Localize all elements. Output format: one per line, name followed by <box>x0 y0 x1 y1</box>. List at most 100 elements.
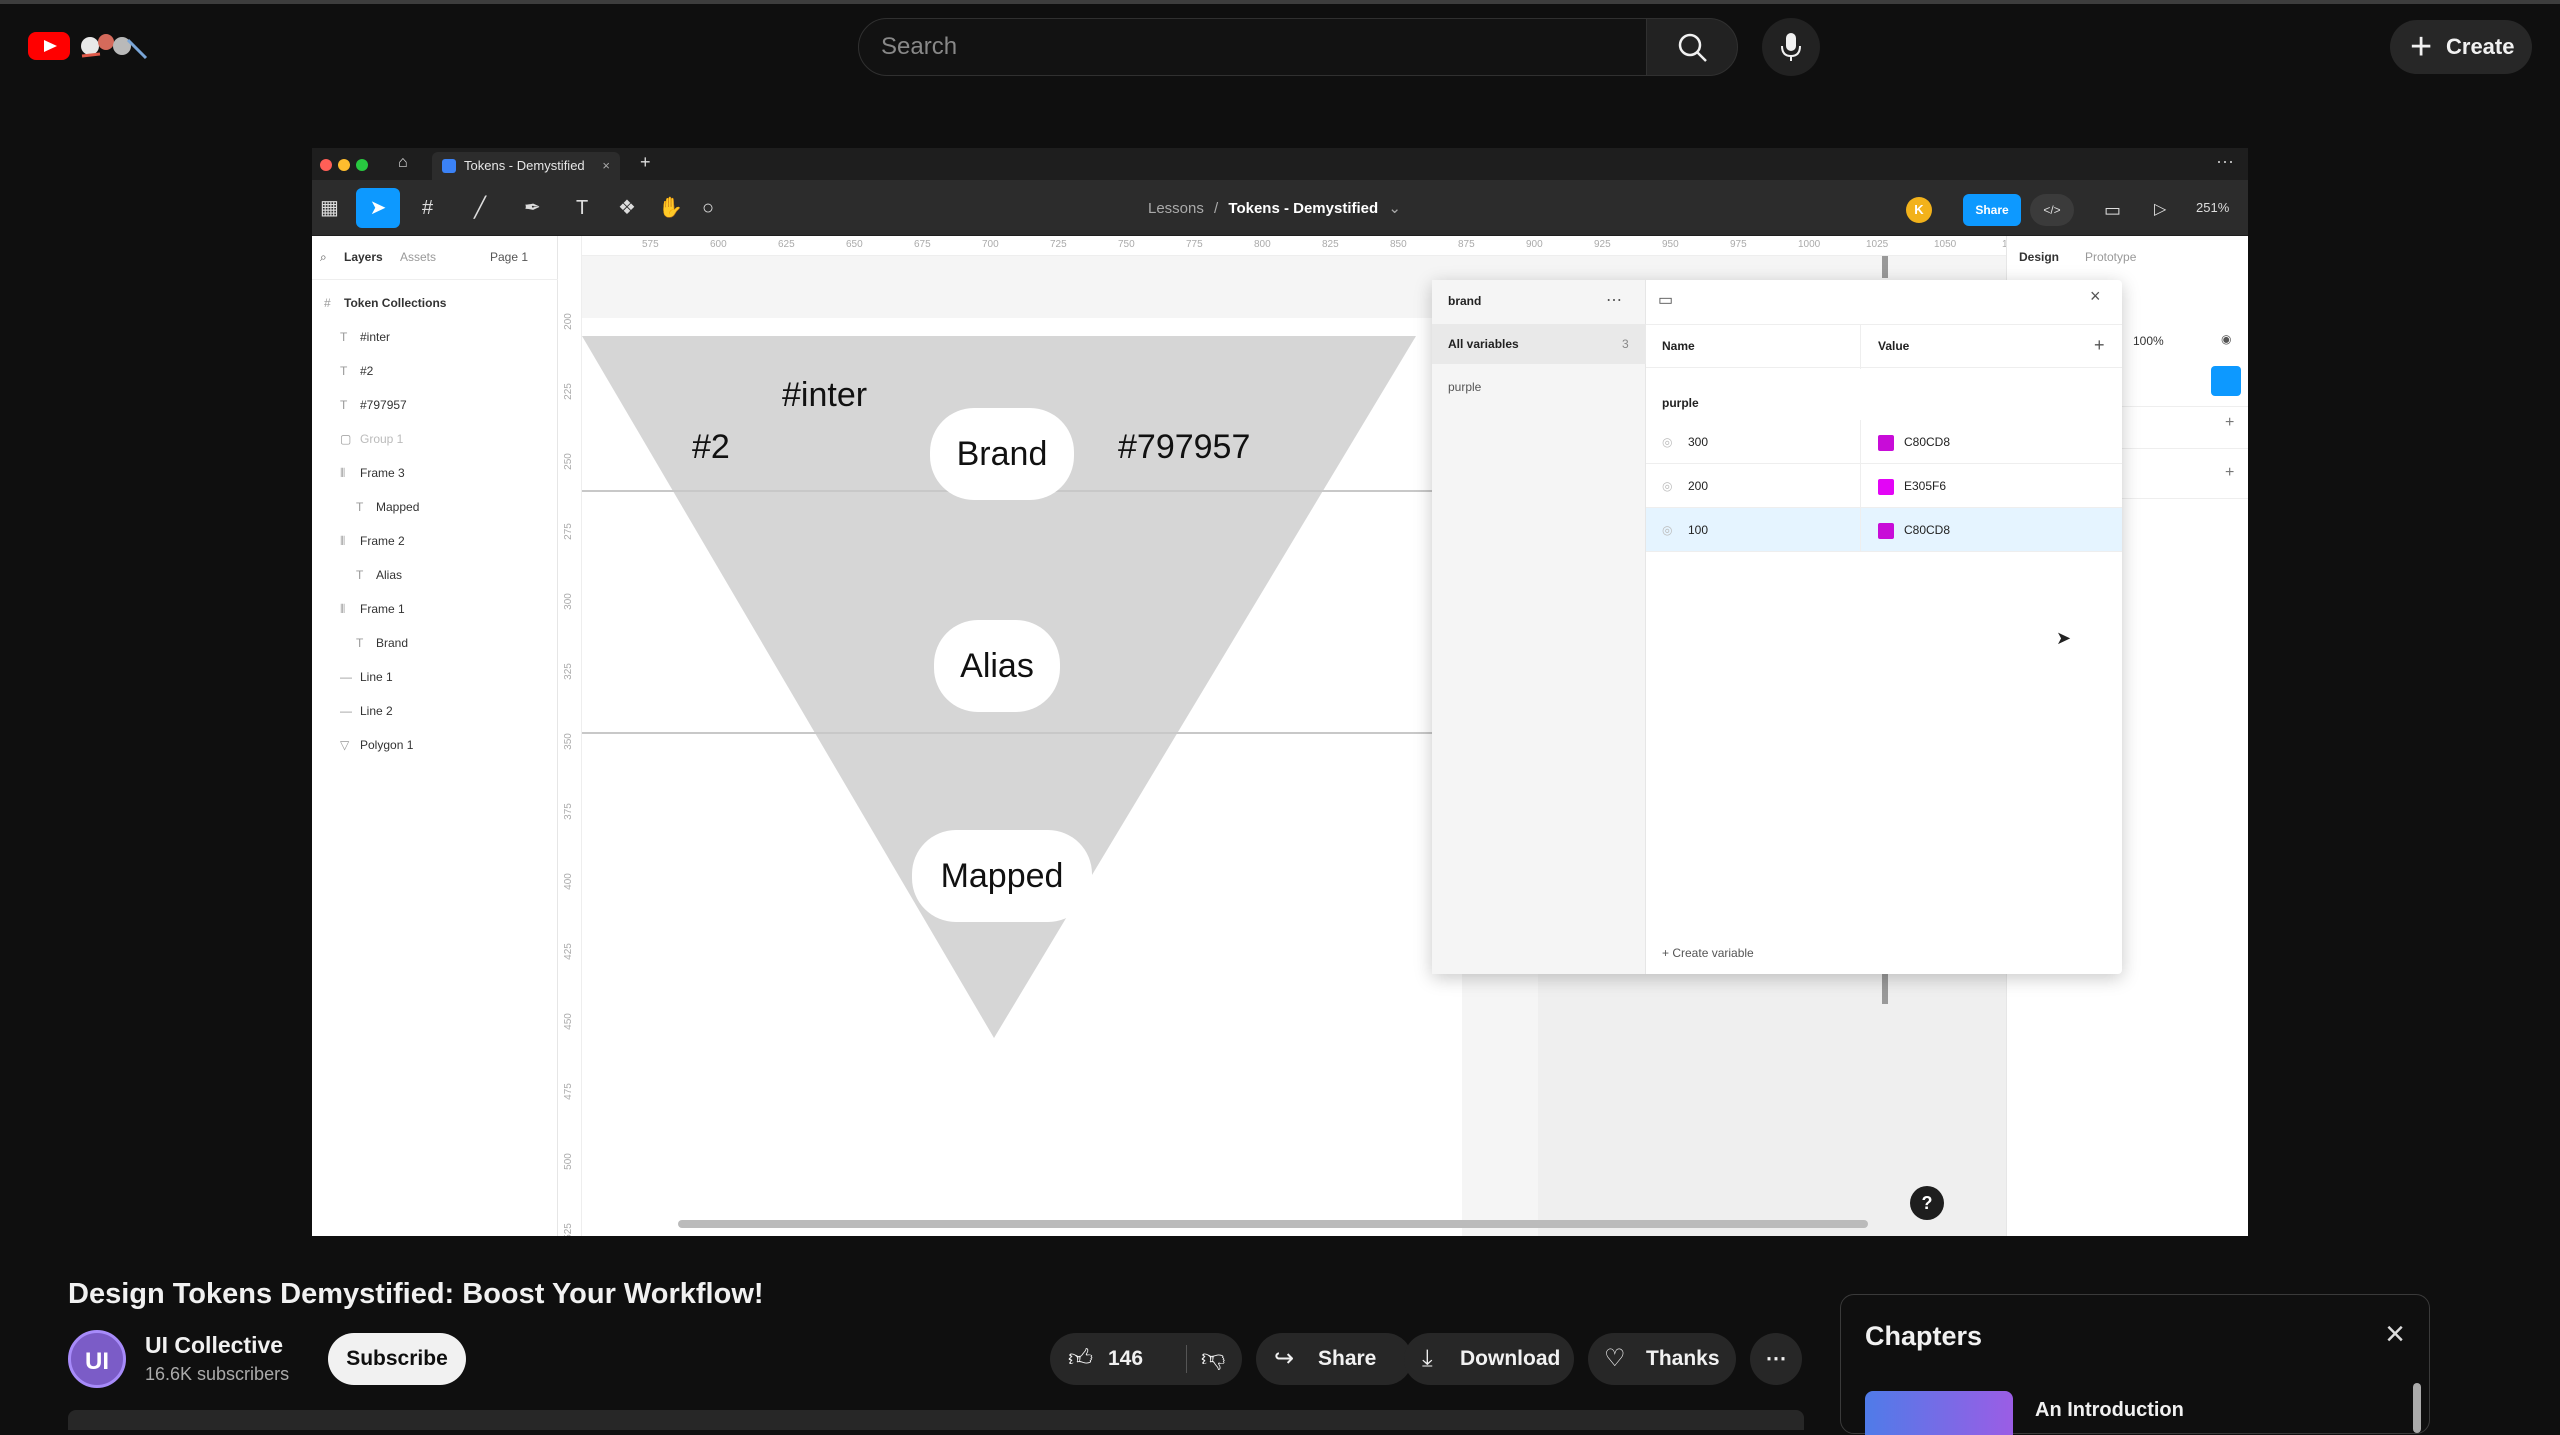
main-menu-icon[interactable]: ▦ <box>320 194 339 222</box>
layer-item[interactable]: — Line 1 <box>312 666 558 688</box>
group-item-purple[interactable]: purple <box>1448 380 1481 394</box>
user-avatar[interactable]: K <box>1906 197 1932 223</box>
like-button[interactable]: 👍︎ 146 <box>1050 1333 1186 1385</box>
variable-row[interactable]: ◎ 100 C80CD8 <box>1646 508 2122 552</box>
dev-mode-toggle[interactable]: </> <box>2030 194 2074 226</box>
layer-item[interactable]: ⦀ Frame 3 <box>312 462 558 484</box>
color-swatch[interactable] <box>1878 523 1894 539</box>
frame-tool-icon[interactable]: # <box>422 194 433 222</box>
collection-selector[interactable]: brand <box>1448 294 1481 308</box>
add-icon[interactable]: + <box>2225 464 2234 482</box>
layer-item[interactable]: T Brand <box>312 632 558 654</box>
more-actions-button[interactable]: ⋯ <box>1750 1333 1802 1385</box>
eye-icon[interactable]: ◉ <box>2221 332 2231 346</box>
layer-item[interactable]: T #inter <box>312 326 558 348</box>
close-window-dot[interactable] <box>320 159 332 171</box>
opacity-value[interactable]: 100% <box>2133 334 2164 348</box>
pen-tool-icon[interactable]: ✒ <box>524 194 541 222</box>
text-2[interactable]: #2 <box>692 428 730 467</box>
minimize-window-dot[interactable] <box>338 159 350 171</box>
mapped-pill[interactable]: Mapped <box>912 830 1092 922</box>
add-icon[interactable]: + <box>2225 414 2234 432</box>
zoom-level[interactable]: 251% <box>2196 200 2229 215</box>
text-inter[interactable]: #inter <box>782 376 867 415</box>
brand-pill[interactable]: Brand <box>930 408 1074 500</box>
page-selector[interactable]: Page 1 <box>490 250 528 264</box>
more-icon[interactable]: ⋯ <box>2216 152 2234 173</box>
components-tool-icon[interactable]: ❖ <box>618 194 636 222</box>
voice-search-button[interactable] <box>1762 18 1820 76</box>
search-button[interactable] <box>1646 18 1738 76</box>
video-player[interactable]: ⌂ Tokens - Demystified × + ⋯ ▦ ➤ # ╱ ✒ T… <box>312 148 2248 1236</box>
dislike-button[interactable]: 👎︎ <box>1187 1333 1242 1385</box>
library-icon[interactable]: ▭ <box>2104 196 2121 224</box>
layer-item[interactable]: T Mapped <box>312 496 558 518</box>
chapter-item[interactable]: An Introduction <box>2035 1399 2184 1422</box>
new-tab-icon[interactable]: + <box>640 152 651 173</box>
line-2[interactable] <box>582 732 1462 734</box>
layer-item[interactable]: — Line 2 <box>312 700 558 722</box>
variable-row[interactable]: ◎ 300 C80CD8 <box>1646 420 2122 464</box>
hand-tool-icon[interactable]: ✋ <box>658 194 683 222</box>
help-icon[interactable]: ? <box>1910 1186 1944 1220</box>
sidebar-toggle-icon[interactable]: ▭ <box>1658 290 1673 310</box>
layer-item[interactable]: # Token Collections <box>312 292 558 314</box>
channel-name[interactable]: UI Collective <box>145 1332 283 1359</box>
layer-item[interactable]: ⦀ Frame 2 <box>312 530 558 552</box>
tab-prototype[interactable]: Prototype <box>2085 250 2136 264</box>
layer-item[interactable]: T #797957 <box>312 394 558 416</box>
close-icon[interactable]: × <box>2090 286 2101 307</box>
layer-item[interactable]: T #2 <box>312 360 558 382</box>
maximize-window-dot[interactable] <box>356 159 368 171</box>
variable-row[interactable]: ◎ 200 E305F6 <box>1646 464 2122 508</box>
breadcrumb-file[interactable]: Tokens - Demystified <box>1228 200 1378 217</box>
present-icon[interactable]: ▷ <box>2154 196 2166 224</box>
add-mode-icon[interactable]: + <box>2094 335 2105 356</box>
chapters-scrollbar[interactable] <box>2413 1383 2421 1433</box>
subscribe-button[interactable]: Subscribe <box>328 1333 466 1385</box>
variable-mode-button[interactable] <box>2211 366 2241 396</box>
variable-name[interactable]: 300 <box>1688 420 1708 464</box>
comment-tool-icon[interactable]: ○ <box>702 194 714 222</box>
move-tool-button[interactable]: ➤ <box>356 188 400 228</box>
figma-share-button[interactable]: Share <box>1963 194 2021 226</box>
channel-avatar[interactable]: UI <box>68 1330 126 1388</box>
variable-value[interactable]: C80CD8 <box>1904 420 1950 464</box>
scroll-indicator[interactable] <box>1882 972 1888 1004</box>
alias-pill[interactable]: Alias <box>934 620 1060 712</box>
text-hex[interactable]: #797957 <box>1118 428 1250 467</box>
chevron-down-icon[interactable]: ⌄ <box>1388 200 1401 217</box>
horizontal-scrollbar[interactable] <box>678 1220 1868 1228</box>
youtube-logo[interactable] <box>28 32 70 60</box>
breadcrumb-project[interactable]: Lessons <box>1148 200 1204 217</box>
layer-item[interactable]: ▢ Group 1 <box>312 428 558 450</box>
tab-design[interactable]: Design <box>2019 250 2059 264</box>
tab-assets[interactable]: Assets <box>400 250 436 264</box>
create-variable-button[interactable]: + Create variable <box>1662 946 1754 960</box>
text-tool-icon[interactable]: T <box>576 194 588 222</box>
share-button[interactable]: ↪ Share <box>1256 1333 1412 1385</box>
variable-value[interactable]: C80CD8 <box>1904 508 1950 552</box>
thanks-button[interactable]: ♡ Thanks <box>1588 1333 1736 1385</box>
close-tab-icon[interactable]: × <box>602 152 610 180</box>
variable-name[interactable]: 100 <box>1688 508 1708 552</box>
layer-item[interactable]: ▽ Polygon 1 <box>312 734 558 756</box>
download-button[interactable]: ⤓ Download <box>1404 1333 1574 1385</box>
doodle-logo-icon[interactable] <box>76 28 148 62</box>
variable-value[interactable]: E305F6 <box>1904 464 1946 508</box>
all-variables-item[interactable]: All variables 3 <box>1432 324 1646 364</box>
chapter-thumbnail[interactable] <box>1865 1391 2013 1435</box>
layer-item[interactable]: ⦀ Frame 1 <box>312 598 558 620</box>
search-input[interactable]: Search <box>858 18 1648 76</box>
color-swatch[interactable] <box>1878 435 1894 451</box>
variable-name[interactable]: 200 <box>1688 464 1708 508</box>
home-icon[interactable]: ⌂ <box>398 154 408 172</box>
create-button[interactable]: + Create <box>2390 20 2532 74</box>
tab-layers[interactable]: Layers <box>344 250 383 264</box>
search-icon[interactable]: ⌕ <box>320 250 327 265</box>
layer-item[interactable]: T Alias <box>312 564 558 586</box>
color-swatch[interactable] <box>1878 479 1894 495</box>
close-icon[interactable]: × <box>2385 1315 2405 1354</box>
more-options-icon[interactable]: ⋯ <box>1606 290 1622 310</box>
line-tool-icon[interactable]: ╱ <box>474 194 486 222</box>
